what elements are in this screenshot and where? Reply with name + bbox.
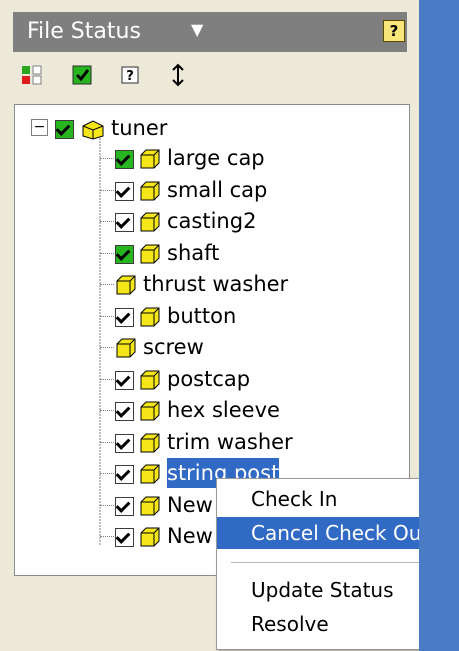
tree-item-label: casting2 [167, 209, 257, 233]
panel-header[interactable]: File Status ▼ ? [13, 12, 407, 52]
tree-item[interactable]: small cap [15, 175, 409, 205]
tree-connector [100, 504, 114, 507]
part-icon [139, 526, 161, 548]
tree-connector [100, 189, 114, 192]
root-label: tuner [111, 116, 168, 140]
tree-connector [100, 221, 114, 223]
tree-item[interactable]: screw [15, 332, 409, 362]
toolbar: ? [13, 58, 407, 94]
item-checkbox[interactable] [115, 528, 134, 547]
tree-connector [100, 536, 114, 538]
part-icon [139, 495, 161, 517]
tree-connector [100, 252, 114, 255]
tree-connector [100, 410, 114, 412]
panel-title: File Status [27, 19, 141, 44]
root-checkbox[interactable] [55, 120, 74, 139]
tree-item-label: shaft [167, 240, 220, 265]
item-checkbox[interactable] [115, 402, 134, 421]
assembly-icon [81, 118, 104, 140]
part-icon [139, 148, 161, 170]
tree-item-label: New [167, 524, 213, 548]
tree-connector [100, 347, 114, 349]
menu-separator [231, 562, 441, 563]
tree-connector [100, 315, 114, 318]
item-checkbox[interactable] [115, 370, 134, 390]
part-icon [139, 463, 161, 485]
refresh-icon[interactable] [165, 62, 191, 88]
tree-item-label: large cap [167, 146, 265, 170]
tree-item[interactable]: thrust washer [15, 269, 409, 299]
item-checkbox[interactable] [115, 433, 134, 453]
dropdown-caret-icon[interactable]: ▼ [191, 20, 203, 39]
tree-item[interactable]: casting2 [15, 206, 409, 236]
tree-item[interactable]: button [15, 301, 409, 331]
item-checkbox[interactable] [115, 307, 134, 327]
item-checkbox[interactable] [115, 213, 134, 232]
tree-item[interactable]: shaft [15, 238, 409, 268]
collapse-toggle-icon[interactable]: − [31, 119, 48, 136]
item-checkbox[interactable] [115, 496, 134, 516]
tree-item-label: thrust washer [143, 272, 289, 296]
svg-text:?: ? [126, 69, 134, 84]
tree-connector [100, 378, 114, 381]
file-status-panel: File Status ▼ ? ? − tuner large cap smal… [0, 0, 455, 651]
tree-connector [100, 284, 114, 286]
part-icon [139, 211, 161, 233]
tree-connector [100, 158, 114, 160]
part-icon [139, 432, 161, 454]
part-icon [139, 180, 161, 202]
tree-item-label: New [167, 492, 213, 517]
checked-out-icon[interactable] [69, 62, 95, 88]
part-icon [139, 400, 161, 422]
tree-item-label: trim washer [167, 429, 293, 454]
part-icon [139, 243, 161, 265]
item-checkbox[interactable] [115, 150, 134, 169]
tree-item[interactable]: postcap [15, 364, 409, 394]
tree-item[interactable]: hex sleeve [15, 395, 409, 425]
tree-connector [100, 441, 114, 444]
part-icon [115, 337, 137, 359]
grid-view-icon[interactable] [19, 62, 45, 88]
item-checkbox[interactable] [115, 465, 134, 484]
tree-root-node[interactable]: − tuner [31, 113, 311, 143]
tree-connector [100, 473, 114, 475]
tree-item-label: small cap [167, 177, 268, 202]
item-checkbox[interactable] [115, 244, 134, 264]
tree-item[interactable]: trim washer [15, 427, 409, 457]
unknown-status-icon[interactable]: ? [117, 62, 143, 88]
part-icon [115, 274, 137, 296]
tree-item[interactable]: large cap [15, 143, 409, 173]
tree-item-label: postcap [167, 366, 251, 391]
help-icon[interactable]: ? [383, 20, 405, 42]
tree-item-label: screw [143, 335, 204, 359]
tree-item-label: hex sleeve [167, 398, 280, 422]
tree-item-label: button [167, 303, 237, 328]
item-checkbox[interactable] [115, 181, 134, 201]
part-icon [139, 369, 161, 391]
workspace-background [419, 0, 459, 651]
part-icon [139, 306, 161, 328]
